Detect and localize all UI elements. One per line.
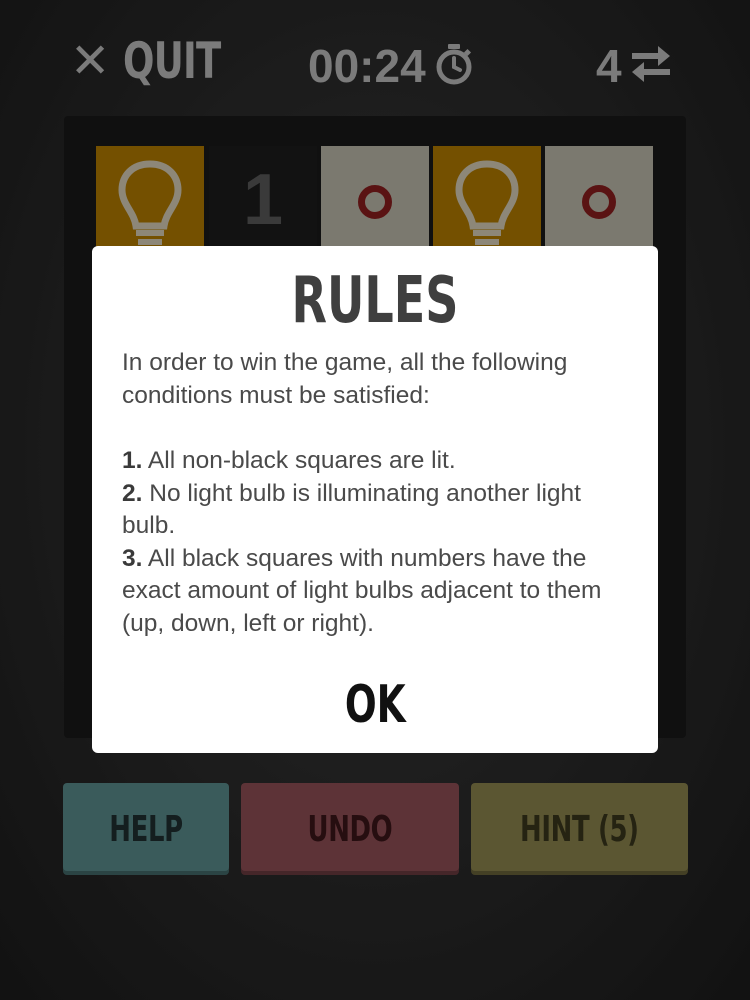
undo-button[interactable]: UNDO <box>241 783 459 875</box>
cell-number: 1 <box>242 160 284 240</box>
ok-button[interactable]: OK <box>325 675 425 735</box>
dialog-body: In order to win the game, all the follow… <box>122 347 632 640</box>
board-cell-bulb[interactable] <box>96 146 204 254</box>
board-cell-black-numbered: 1 <box>209 146 317 254</box>
rule-item: 3. All black squares with numbers have t… <box>122 544 602 637</box>
timer-value: 00:24 <box>308 40 426 92</box>
rule-item: 2. No light bulb is illuminating another… <box>122 479 581 540</box>
stopwatch-icon <box>434 42 474 91</box>
hint-label: HINT (5) <box>520 808 639 850</box>
rule-item: 1. All non-black squares are lit. <box>122 447 456 474</box>
timer: 00:24 <box>308 36 474 96</box>
lightbulb-icon <box>118 160 182 245</box>
board-cell-lit[interactable] <box>321 146 429 254</box>
rules-intro: In order to win the game, all the follow… <box>122 349 568 409</box>
marker-circle-icon <box>582 185 616 220</box>
swap-arrows-icon <box>630 44 672 89</box>
marker-circle-icon <box>358 185 392 220</box>
board-cell-bulb[interactable] <box>433 146 541 254</box>
help-label: HELP <box>109 808 183 850</box>
undo-label: UNDO <box>307 808 393 850</box>
lightbulb-icon <box>455 160 519 245</box>
top-bar: ✕ QUIT 00:24 4 <box>0 0 750 120</box>
quit-button[interactable]: ✕ QUIT <box>70 30 255 92</box>
board-cell-lit[interactable] <box>545 146 653 254</box>
quit-label: QUIT <box>123 32 221 90</box>
move-counter: 4 <box>596 36 672 96</box>
hint-button[interactable]: HINT (5) <box>471 783 688 875</box>
help-button[interactable]: HELP <box>63 783 229 875</box>
dialog-title: RULES <box>291 264 459 338</box>
close-icon: ✕ <box>70 33 110 89</box>
move-count: 4 <box>596 40 622 92</box>
